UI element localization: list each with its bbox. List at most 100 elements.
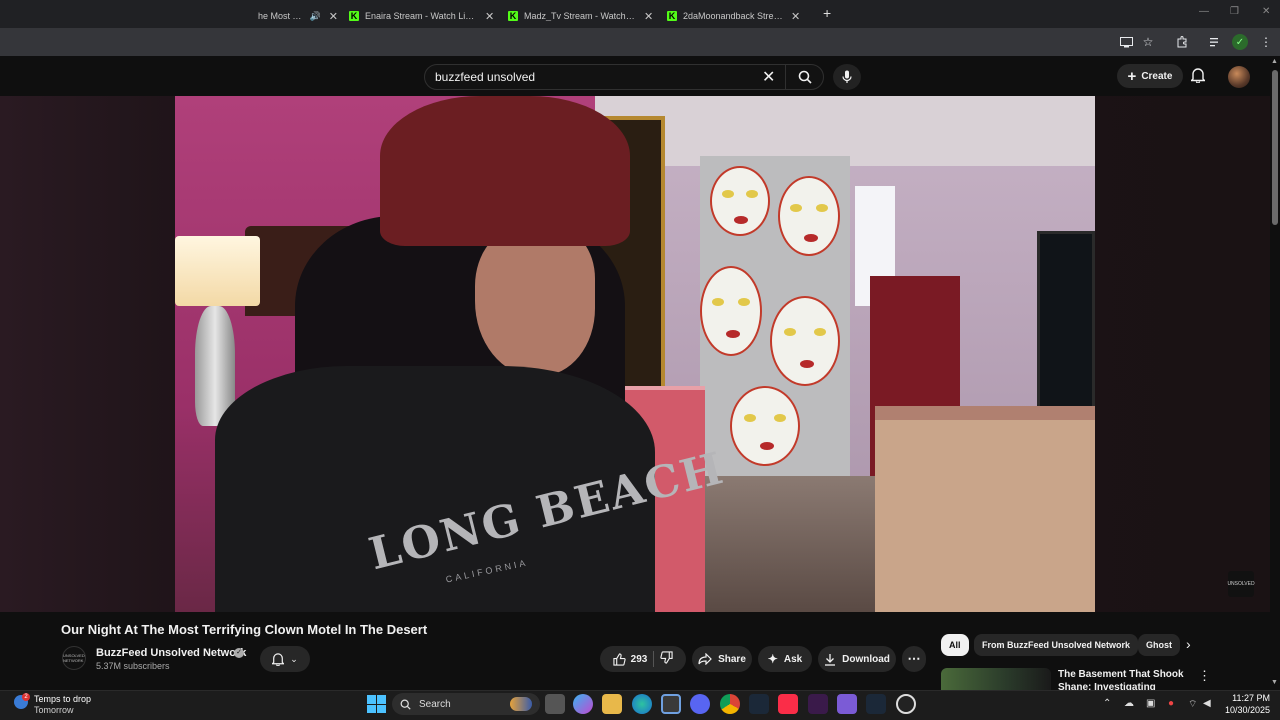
account-avatar[interactable]: [1228, 66, 1250, 88]
more-icon: ⋯: [907, 651, 921, 666]
scroll-up-icon[interactable]: ▲: [1271, 58, 1278, 65]
taskbar-search-label: Search: [419, 698, 451, 710]
steam-icon[interactable]: [749, 694, 769, 714]
subscriber-count: 5.37M subscribers: [96, 661, 170, 671]
bell-icon: [272, 653, 285, 666]
next-app-icon[interactable]: [808, 694, 828, 714]
ask-label: Ask: [783, 653, 803, 665]
tab-enaira[interactable]: K Enaira Stream - Watch Live on K ✕: [349, 4, 499, 28]
download-icon: [825, 653, 836, 666]
edge-icon[interactable]: [632, 694, 652, 714]
search-icon: [400, 699, 411, 710]
close-window-icon[interactable]: ✕: [1262, 6, 1270, 17]
plus-icon: +: [1127, 67, 1137, 85]
close-tab-icon[interactable]: ✕: [329, 10, 338, 23]
chevron-right-icon[interactable]: ›: [1186, 636, 1191, 652]
video-title: Our Night At The Most Terrifying Clown M…: [61, 622, 428, 637]
chip-from-channel[interactable]: From BuzzFeed Unsolved Network: [974, 634, 1139, 656]
volume-icon[interactable]: ◀: [1203, 698, 1211, 709]
like-count: 293: [630, 653, 648, 665]
device-icon[interactable]: ▣: [1146, 698, 1155, 709]
search-input[interactable]: buzzfeed unsolved: [435, 70, 535, 84]
clear-search-icon[interactable]: ✕: [762, 67, 775, 87]
channel-name[interactable]: BuzzFeed Unsolved Network: [96, 647, 246, 659]
video-player[interactable]: LONG BEACH CALIFORNIA: [175, 96, 1095, 612]
tab-2damoonandback[interactable]: K 2daMoonandback Stream - Wa ✕: [667, 4, 817, 28]
weather-badge: 2: [22, 693, 30, 701]
channel-avatar[interactable]: UNSOLVED NETWORK: [62, 646, 86, 670]
media-controls-icon[interactable]: [1208, 34, 1224, 50]
copilot-icon[interactable]: [573, 694, 593, 714]
tab-label: Madz_Tv Stream - Watch Live o: [524, 11, 636, 21]
create-label: Create: [1141, 70, 1173, 82]
windows-start-icon[interactable]: [366, 694, 386, 714]
chip-ghost[interactable]: Ghost: [1138, 634, 1180, 656]
like-button[interactable]: 293: [613, 652, 648, 666]
chevron-up-icon[interactable]: ⌃: [1103, 698, 1111, 709]
verified-icon: ✓: [234, 648, 244, 658]
download-button[interactable]: Download: [818, 646, 896, 672]
share-icon: [698, 653, 712, 665]
chrome-icon[interactable]: [720, 694, 740, 714]
close-tab-icon[interactable]: ✕: [485, 10, 494, 23]
tab-active[interactable]: he Most Terr 🔊 ✕: [258, 4, 338, 28]
music-icon[interactable]: [778, 694, 798, 714]
tab-label: Enaira Stream - Watch Live on K: [365, 11, 477, 21]
thumbs-down-icon: [660, 651, 673, 664]
share-label: Share: [718, 653, 746, 665]
create-button[interactable]: + Create: [1117, 64, 1183, 88]
recommendation-title[interactable]: The Basement That Shook Shane: Investiga…: [1058, 668, 1188, 690]
kick-icon: K: [349, 11, 359, 21]
thumbs-up-icon: [613, 652, 626, 666]
onedrive-icon[interactable]: ☁: [1124, 698, 1134, 709]
scroll-down-icon[interactable]: ▼: [1271, 679, 1278, 686]
recommendation-thumbnail[interactable]: [941, 668, 1051, 690]
search-box[interactable]: buzzfeed unsolved ✕: [424, 64, 824, 90]
like-dislike-group: 293: [600, 646, 686, 672]
search-icon: [798, 70, 812, 84]
task-view-icon[interactable]: [545, 694, 565, 714]
share-button[interactable]: Share: [692, 646, 752, 672]
chip-all[interactable]: All: [941, 634, 969, 656]
tab-madz[interactable]: K Madz_Tv Stream - Watch Live o ✕: [508, 4, 658, 28]
sparkle-icon: ✦: [767, 652, 778, 666]
taskbar-search[interactable]: Search: [392, 693, 540, 715]
clock-time[interactable]: 11:27 PM: [1226, 693, 1270, 703]
search-button[interactable]: [785, 65, 823, 89]
chevron-down-icon: ⌄: [290, 653, 298, 664]
close-tab-icon[interactable]: ✕: [644, 10, 653, 23]
restore-icon[interactable]: ❐: [1230, 6, 1239, 17]
browser-menu-icon[interactable]: ⋮: [1258, 34, 1274, 50]
ask-button[interactable]: ✦ Ask: [758, 646, 812, 672]
new-tab-button[interactable]: +: [823, 5, 831, 21]
channel-watermark[interactable]: UNSOLVED: [1227, 571, 1255, 597]
mic-muted-icon[interactable]: ●: [1168, 698, 1174, 709]
recommendation-menu-icon[interactable]: ⋮: [1198, 668, 1211, 684]
clock-date[interactable]: 10/30/2025: [1222, 705, 1270, 715]
arc-app-icon[interactable]: [837, 694, 857, 714]
file-explorer-icon[interactable]: [602, 694, 622, 714]
close-tab-icon[interactable]: ✕: [791, 10, 800, 23]
bookmark-star-icon[interactable]: ☆: [1140, 34, 1156, 50]
kick-icon: K: [508, 11, 518, 21]
install-app-icon[interactable]: [1118, 34, 1134, 50]
dislike-button[interactable]: [660, 651, 673, 667]
weather-title[interactable]: Temps to drop: [34, 694, 91, 704]
subscription-bell-button[interactable]: ⌄: [260, 646, 310, 672]
steam-alt-icon[interactable]: [866, 694, 886, 714]
extensions-icon[interactable]: [1174, 34, 1190, 50]
notifications-button[interactable]: [1189, 67, 1207, 88]
scrollbar-thumb[interactable]: [1272, 70, 1278, 225]
more-actions-button[interactable]: ⋯: [902, 646, 926, 672]
discord-icon[interactable]: [690, 694, 710, 714]
store-icon[interactable]: [661, 694, 681, 714]
weather-subtitle: Tomorrow: [34, 705, 74, 715]
tab-label: he Most Terr: [258, 11, 306, 21]
voice-search-button[interactable]: [833, 64, 861, 90]
minimize-icon[interactable]: —: [1199, 6, 1209, 17]
profile-icon[interactable]: ✓: [1232, 34, 1248, 50]
wifi-icon[interactable]: ⌔: [1188, 698, 1197, 711]
audio-icon[interactable]: 🔊: [310, 11, 321, 22]
obs-icon[interactable]: [896, 694, 916, 714]
search-highlight-icon: [510, 697, 532, 711]
